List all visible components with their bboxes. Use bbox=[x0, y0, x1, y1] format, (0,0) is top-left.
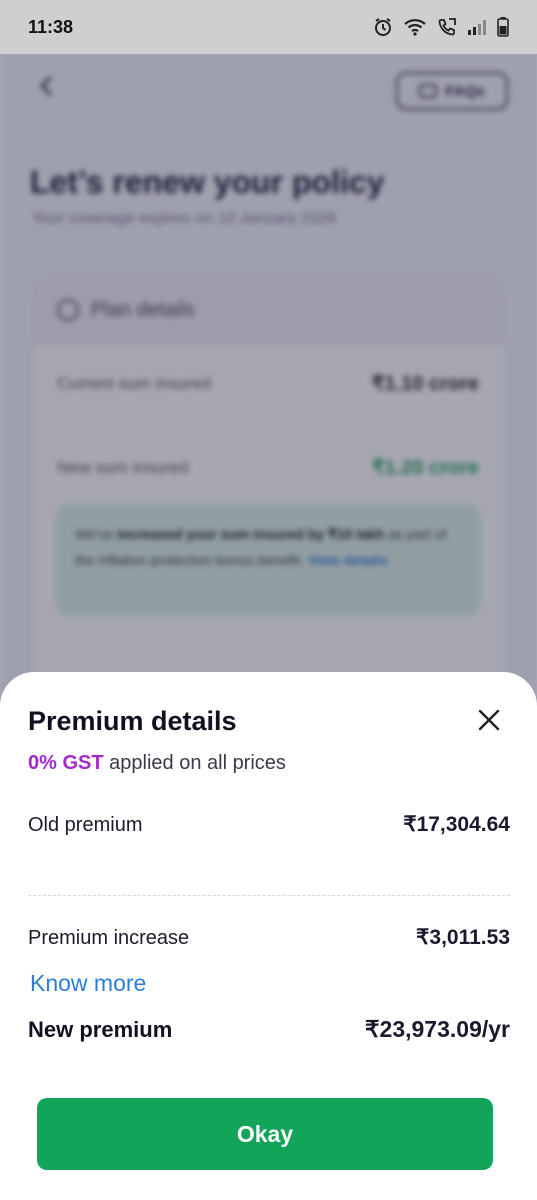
gst-rest: applied on all prices bbox=[103, 752, 286, 774]
premium-details-sheet: Premium details 0% GST applied on all pr… bbox=[0, 672, 537, 1200]
old-premium-label: Old premium bbox=[28, 814, 143, 836]
old-premium-row: Old premium ₹17,304.64 bbox=[28, 812, 510, 837]
status-time: 11:38 bbox=[28, 16, 74, 37]
gst-note: 0% GST applied on all prices bbox=[28, 752, 286, 775]
old-premium-value: ₹17,304.64 bbox=[403, 813, 510, 836]
alarm-icon bbox=[373, 17, 393, 37]
status-bar: 11:38 bbox=[0, 0, 537, 54]
new-premium-value: ₹23,973.09/yr bbox=[364, 1016, 510, 1042]
status-icons bbox=[373, 17, 509, 37]
gst-highlight: 0% GST bbox=[28, 752, 104, 774]
premium-increase-value: ₹3,011.53 bbox=[416, 926, 510, 949]
wifi-icon bbox=[403, 18, 427, 36]
sheet-title: Premium details bbox=[28, 706, 237, 736]
new-premium-label: New premium bbox=[28, 1017, 173, 1042]
know-more-link[interactable]: Know more bbox=[30, 970, 146, 997]
okay-button[interactable]: Okay bbox=[37, 1098, 493, 1170]
close-icon bbox=[478, 709, 500, 731]
battery-icon bbox=[497, 17, 509, 37]
new-premium-row: New premium ₹23,973.09/yr bbox=[28, 1016, 510, 1043]
premium-increase-row: Premium increase ₹3,011.53 bbox=[28, 925, 510, 950]
close-button[interactable] bbox=[474, 705, 504, 735]
signal-icon bbox=[467, 19, 487, 35]
divider bbox=[28, 895, 510, 896]
call-icon bbox=[437, 17, 457, 37]
premium-increase-label: Premium increase bbox=[28, 927, 190, 949]
